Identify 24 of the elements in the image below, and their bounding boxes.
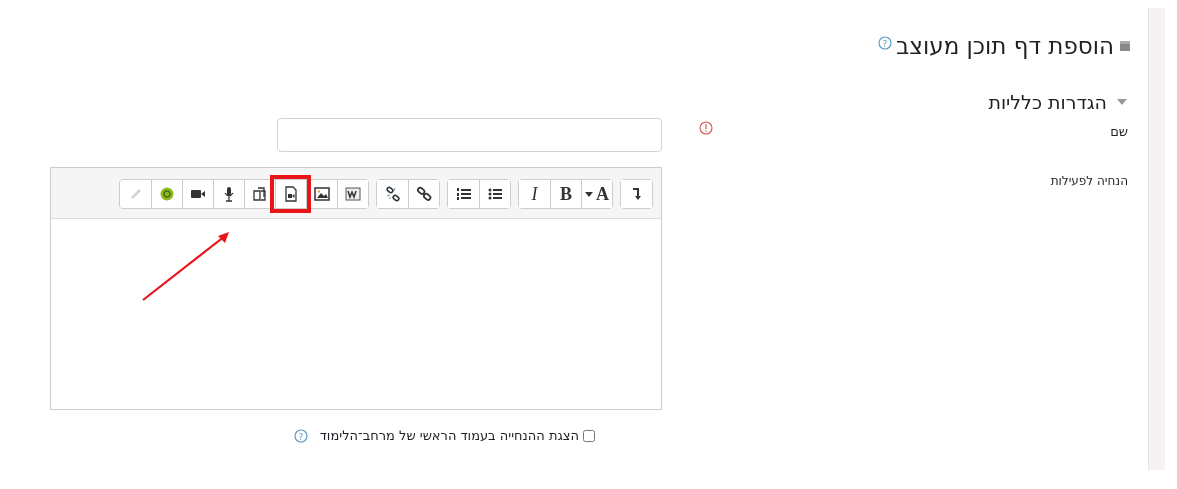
caret-icon: [585, 191, 593, 197]
checkbox-label: הצגת ההנחייה בעמוד הראשי של מרחב־הלימוד: [319, 428, 579, 443]
link-icon: [416, 186, 432, 202]
unlink-icon: [384, 186, 401, 202]
page-icon: [1120, 41, 1130, 51]
ring-icon: [159, 186, 175, 202]
files-icon: [252, 186, 268, 202]
page-title: הוספת דף תוכן מעוצב: [896, 33, 1114, 59]
numbered-list-icon: [455, 186, 472, 202]
media-file-icon: [283, 186, 299, 202]
word-icon: [345, 186, 361, 202]
checkbox[interactable]: [583, 429, 595, 442]
section-title[interactable]: הגדרות כלליות: [988, 91, 1107, 113]
bullet-list-button[interactable]: [479, 180, 510, 208]
name-input-field[interactable]: [277, 118, 662, 152]
image-icon: [314, 186, 330, 202]
word-button[interactable]: [337, 180, 368, 208]
collapse-caret-icon[interactable]: [1117, 99, 1127, 105]
bullet-list-icon: [487, 186, 503, 202]
link-button[interactable]: [408, 180, 439, 208]
field-label: שם: [1110, 124, 1128, 139]
insert-below-button[interactable]: [621, 180, 652, 208]
font-color-button[interactable]: A: [581, 180, 612, 208]
field-label: הנחיה לפעילות: [1050, 174, 1128, 188]
